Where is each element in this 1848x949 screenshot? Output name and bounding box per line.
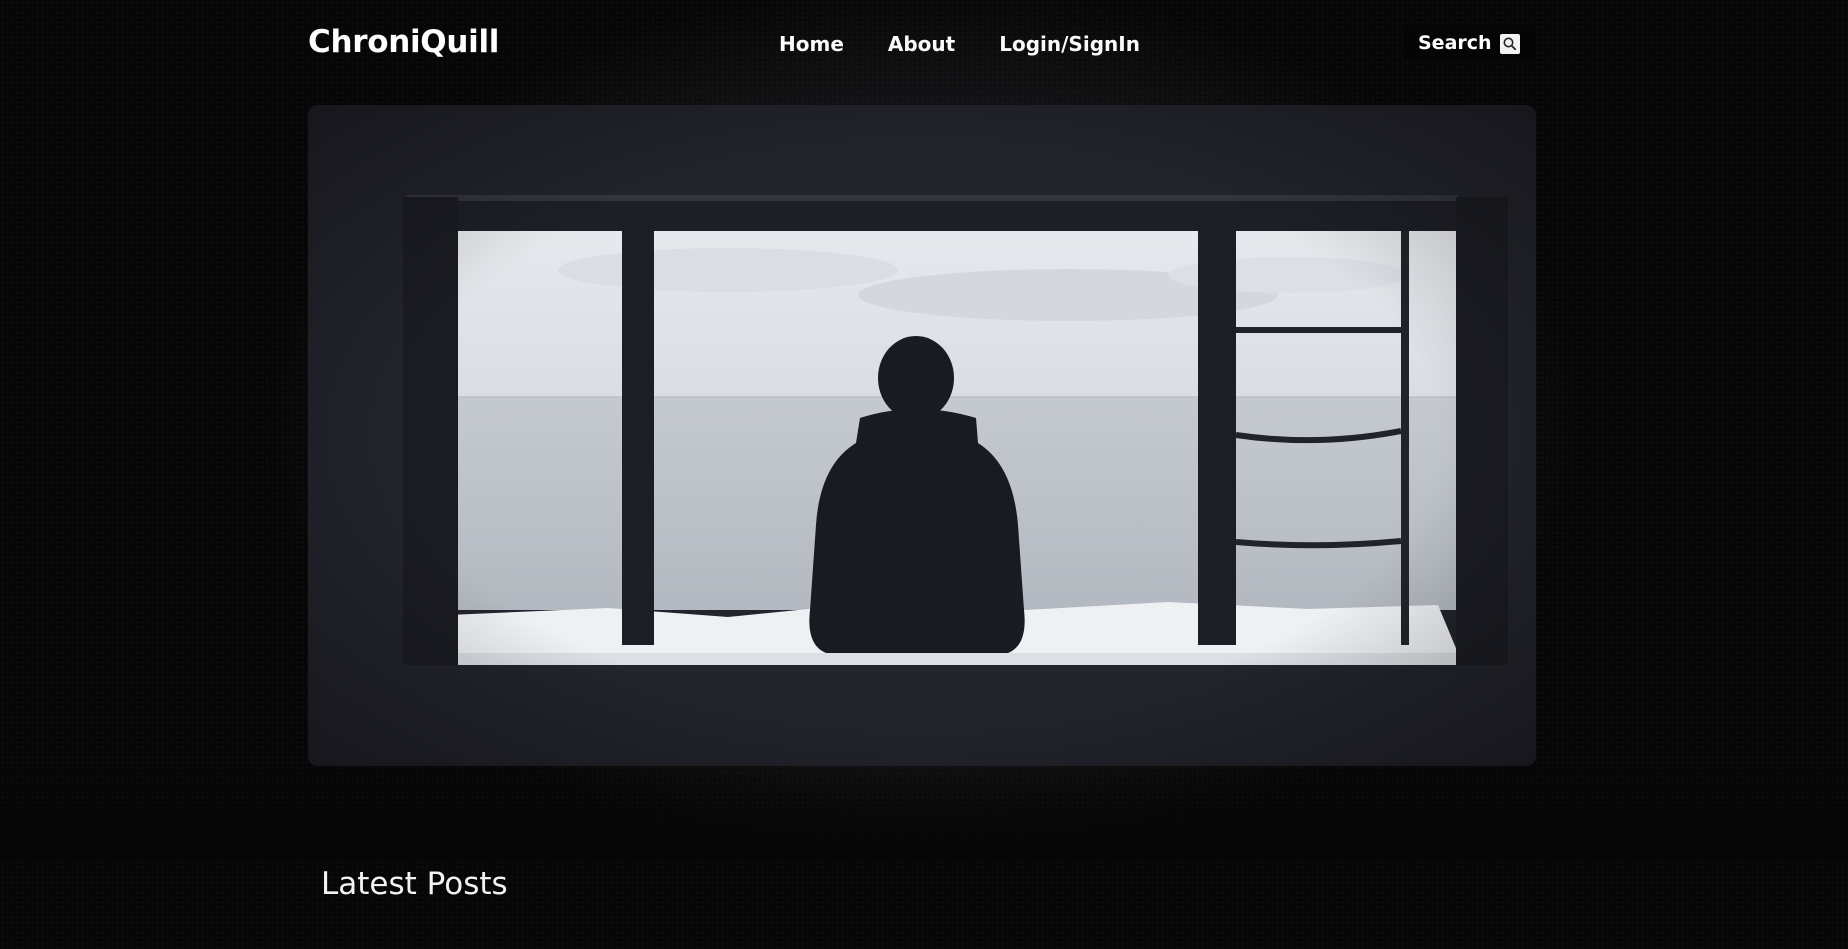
hero-bottom-fade — [0, 760, 1848, 860]
nav-login-link[interactable]: Login/SignIn — [999, 32, 1140, 56]
hero-banner-image — [308, 105, 1536, 766]
main-nav: Home About Login/SignIn — [779, 32, 1140, 56]
magnifier-icon — [1500, 34, 1520, 54]
hero-illustration — [308, 105, 1536, 766]
site-header: ChroniQuill Home About Login/SignIn Sear… — [308, 18, 1536, 72]
latest-posts-heading: Latest Posts — [321, 866, 508, 902]
search-label: Search — [1418, 32, 1492, 54]
brand-logo[interactable]: ChroniQuill — [308, 24, 499, 60]
nav-about-link[interactable]: About — [888, 32, 955, 56]
nav-home-link[interactable]: Home — [779, 32, 844, 56]
search-button[interactable]: Search — [1404, 26, 1536, 60]
